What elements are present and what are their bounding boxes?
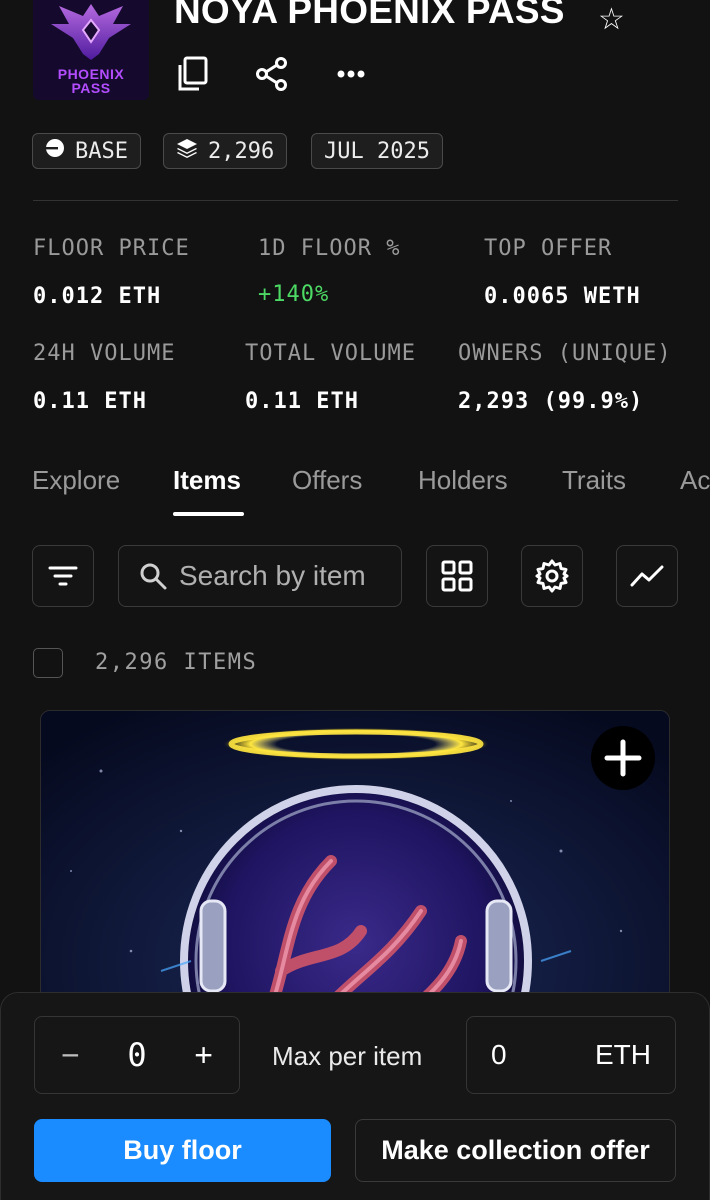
top-offer-value: 0.0065 WETH [484, 284, 641, 309]
filter-button[interactable] [32, 545, 94, 607]
analytics-button[interactable] [616, 545, 678, 607]
tab-explore[interactable]: Explore [32, 465, 120, 496]
plus-icon [604, 739, 642, 777]
date-label: JUL 2025 [324, 138, 430, 164]
chart-line-icon [630, 565, 664, 587]
collection-logo: PHOENIX PASS [33, 0, 149, 100]
settings-button[interactable] [521, 545, 583, 607]
supply-label: 2,296 [208, 138, 275, 164]
add-to-cart-button[interactable] [591, 726, 655, 790]
collection-title: NOYA PHOENIX PASS [174, 0, 565, 31]
max-price-value: 0 [491, 1039, 507, 1070]
decrement-button[interactable]: − [61, 1037, 80, 1074]
max-price-field[interactable]: 0 ETH [466, 1016, 676, 1094]
max-per-item-label: Max per item [272, 1041, 423, 1071]
tab-activity[interactable]: Ac [680, 465, 710, 496]
make-collection-offer-button[interactable]: Make collection offer [355, 1119, 676, 1182]
grid-view-button[interactable] [426, 545, 488, 607]
gear-icon [535, 559, 569, 593]
total-volume-label: TOTAL VOLUME [245, 341, 416, 366]
total-volume-value: 0.11 ETH [245, 389, 359, 414]
tab-items[interactable]: Items [173, 465, 241, 496]
logo-text-line2: PASS [71, 80, 111, 96]
chain-label: BASE [75, 138, 128, 164]
share-icon[interactable] [252, 54, 292, 94]
divider [33, 200, 678, 201]
owners-label: OWNERS (UNIQUE) [458, 341, 672, 366]
supply-chip[interactable]: 2,296 [163, 133, 288, 169]
buy-floor-button[interactable]: Buy floor [34, 1119, 331, 1182]
floor-change-label: 1D FLOOR % [258, 236, 401, 261]
layers-icon [176, 137, 198, 165]
logo-text-line1: PHOENIX [57, 66, 125, 82]
items-count: 2,296 ITEMS [95, 650, 258, 675]
volume-24h-label: 24H VOLUME [33, 341, 176, 366]
date-chip: JUL 2025 [311, 133, 443, 169]
quantity-stepper[interactable]: − 0 + [34, 1016, 240, 1094]
tab-holders[interactable]: Holders [418, 465, 508, 496]
filter-icon [48, 566, 78, 586]
select-all-checkbox[interactable] [33, 648, 63, 678]
favorite-star-icon[interactable]: ☆ [598, 2, 625, 37]
base-chain-icon [45, 138, 65, 164]
floor-change-value: +140% [258, 282, 330, 307]
owners-value: 2,293 (99.9%) [458, 389, 644, 414]
copy-icon[interactable] [172, 54, 212, 94]
search-icon [140, 563, 167, 590]
phoenix-emblem-icon [51, 4, 131, 60]
tab-offers[interactable]: Offers [292, 465, 362, 496]
search-input[interactable] [179, 560, 399, 592]
tab-traits[interactable]: Traits [562, 465, 626, 496]
floor-price-label: FLOOR PRICE [33, 236, 190, 261]
currency-unit: ETH [595, 1039, 651, 1070]
increment-button[interactable]: + [194, 1037, 213, 1074]
top-offer-label: TOP OFFER [484, 236, 613, 261]
search-box[interactable] [118, 545, 402, 607]
chain-chip[interactable]: BASE [32, 133, 141, 169]
active-tab-indicator [173, 512, 244, 516]
grid-icon [441, 560, 473, 592]
volume-24h-value: 0.11 ETH [33, 389, 147, 414]
quantity-value: 0 [127, 1036, 147, 1074]
floor-price-value: 0.012 ETH [33, 284, 162, 309]
more-options-icon[interactable] [331, 54, 371, 94]
